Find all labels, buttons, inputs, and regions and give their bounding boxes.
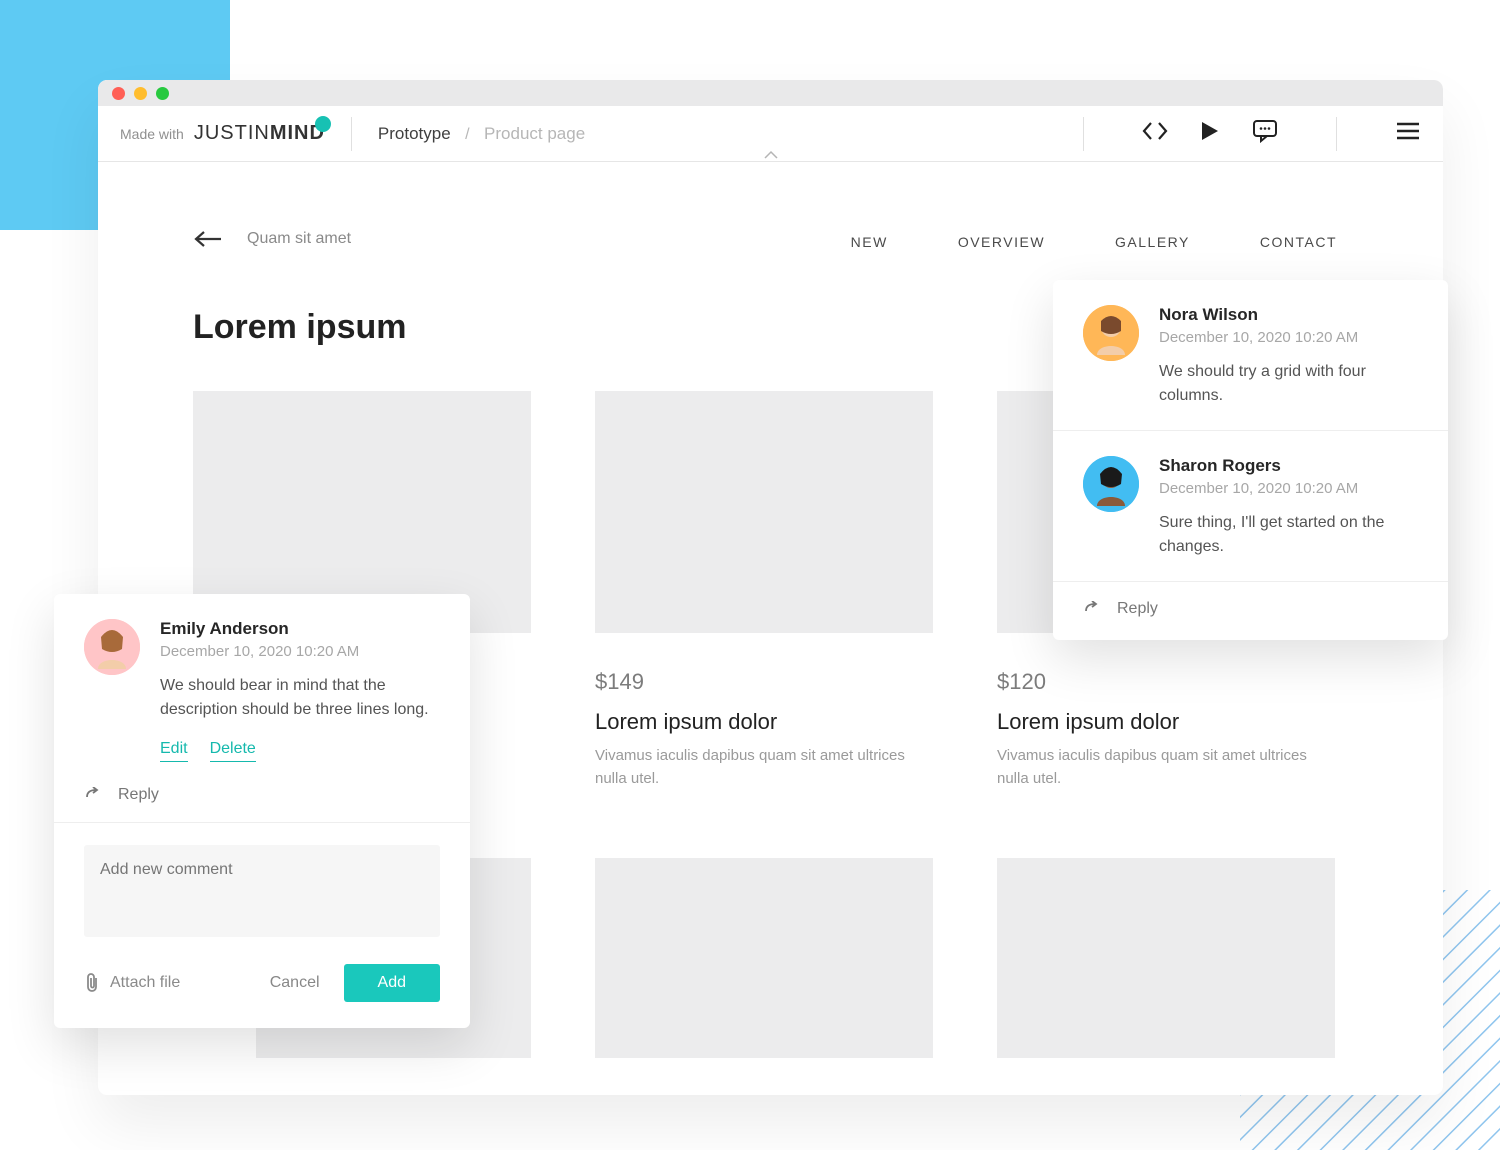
chevron-up-icon[interactable] <box>763 148 779 163</box>
comment-thread-panel-2: Emily Anderson December 10, 2020 10:20 A… <box>54 594 470 1028</box>
product-title: Lorem ipsum dolor <box>595 709 933 735</box>
logo: JUSTINMIND <box>194 122 325 145</box>
reply-label: Reply <box>118 786 159 804</box>
image-placeholder <box>595 391 933 633</box>
avatar <box>1083 305 1139 361</box>
comment: Nora Wilson December 10, 2020 10:20 AM W… <box>1053 280 1448 431</box>
reply-button[interactable]: Reply <box>54 768 470 822</box>
compose-area: Attach file Cancel Add <box>54 822 470 1028</box>
delete-button[interactable]: Delete <box>210 740 256 762</box>
app-toolbar: Made with JUSTINMIND Prototype / Product… <box>98 106 1443 162</box>
comment-text: We should try a grid with four columns. <box>1159 360 1418 408</box>
reply-icon <box>84 787 104 803</box>
nav-gallery[interactable]: GALLERY <box>1115 234 1190 250</box>
comment: Sharon Rogers December 10, 2020 10:20 AM… <box>1053 431 1448 582</box>
avatar <box>1083 456 1139 512</box>
reply-button[interactable]: Reply <box>1053 582 1448 640</box>
window-max-icon[interactable] <box>156 87 169 100</box>
cancel-button[interactable]: Cancel <box>270 974 320 992</box>
window-titlebar <box>98 80 1443 106</box>
avatar <box>84 619 140 675</box>
menu-icon[interactable] <box>1395 121 1421 146</box>
comment-text: Sure thing, I'll get started on the chan… <box>1159 511 1418 559</box>
product-card: $149 Lorem ipsum dolor Vivamus iaculis d… <box>595 391 933 790</box>
comment-author: Emily Anderson <box>160 619 440 639</box>
product-price: $120 <box>997 669 1335 695</box>
attach-file-button[interactable]: Attach file <box>84 972 180 994</box>
separator <box>351 117 352 151</box>
arrow-left-icon <box>193 230 223 248</box>
logo-dot-icon <box>315 116 331 132</box>
product-desc: Vivamus iaculis dapibus quam sit amet ul… <box>997 745 1335 790</box>
made-with-label: Made with <box>120 126 184 142</box>
play-icon[interactable] <box>1200 120 1220 147</box>
nav-contact[interactable]: CONTACT <box>1260 234 1337 250</box>
nav-new[interactable]: NEW <box>851 234 888 250</box>
new-comment-input[interactable] <box>84 845 440 937</box>
separator <box>1336 117 1337 151</box>
reply-label: Reply <box>1117 600 1158 618</box>
page-nav: NEW OVERVIEW GALLERY CONTACT <box>851 234 1337 250</box>
breadcrumb-slash: / <box>465 126 469 143</box>
comment-thread-panel-1: Nora Wilson December 10, 2020 10:20 AM W… <box>1053 280 1448 640</box>
comments-icon[interactable] <box>1252 119 1278 148</box>
comment-date: December 10, 2020 10:20 AM <box>160 643 440 660</box>
product-title: Lorem ipsum dolor <box>997 709 1335 735</box>
code-icon[interactable] <box>1142 121 1168 146</box>
breadcrumb-root[interactable]: Prototype <box>378 124 451 143</box>
back-label: Quam sit amet <box>247 230 351 248</box>
nav-overview[interactable]: OVERVIEW <box>958 234 1045 250</box>
comment-author: Sharon Rogers <box>1159 456 1418 476</box>
comment-actions: Edit Delete <box>160 740 440 762</box>
comment: Emily Anderson December 10, 2020 10:20 A… <box>54 594 470 768</box>
window-min-icon[interactable] <box>134 87 147 100</box>
paperclip-icon <box>84 972 100 994</box>
image-placeholder <box>595 858 933 1058</box>
comment-author: Nora Wilson <box>1159 305 1418 325</box>
comment-date: December 10, 2020 10:20 AM <box>1159 329 1418 346</box>
window-close-icon[interactable] <box>112 87 125 100</box>
image-placeholder <box>997 858 1335 1058</box>
breadcrumb: Prototype / Product page <box>378 124 585 144</box>
separator <box>1083 117 1084 151</box>
attach-label: Attach file <box>110 974 180 992</box>
logo-thin: JUSTIN <box>194 122 270 144</box>
product-desc: Vivamus iaculis dapibus quam sit amet ul… <box>595 745 933 790</box>
product-price: $149 <box>595 669 933 695</box>
edit-button[interactable]: Edit <box>160 740 188 762</box>
comment-date: December 10, 2020 10:20 AM <box>1159 480 1418 497</box>
comment-text: We should bear in mind that the descript… <box>160 674 440 722</box>
add-button[interactable]: Add <box>344 964 440 1002</box>
reply-icon <box>1083 601 1103 617</box>
breadcrumb-current: Product page <box>484 124 585 143</box>
